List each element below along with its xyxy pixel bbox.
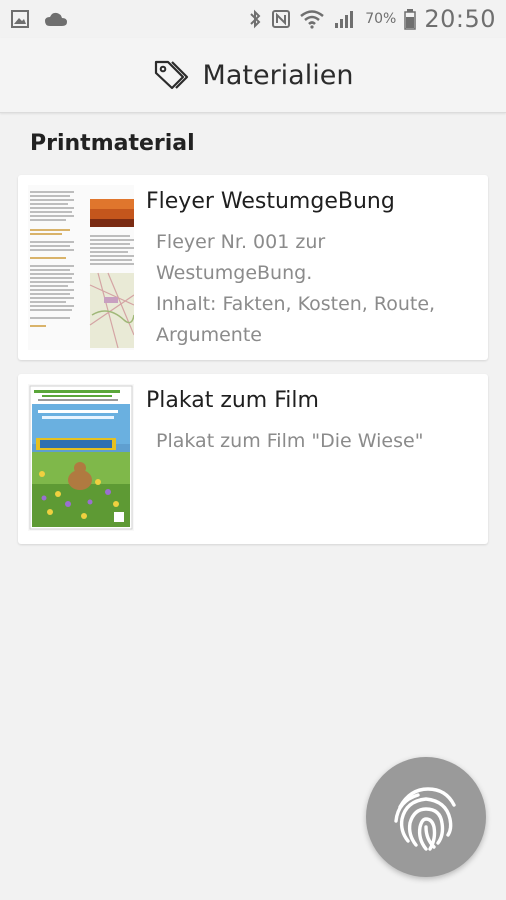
app-bar: Materialien <box>0 38 506 113</box>
status-left <box>0 9 68 29</box>
description-line: Inhalt: Fakten, Kosten, Route, <box>156 293 436 315</box>
description-line: Argumente <box>156 324 262 346</box>
battery-percentage: 70% <box>365 11 397 27</box>
fingerprint-button[interactable] <box>366 757 486 877</box>
card-description: Plakat zum Film "Die Wiese" <box>156 426 476 457</box>
status-right: 70% 20:50 <box>247 5 506 33</box>
fingerprint-icon <box>394 787 456 851</box>
signal-icon <box>335 11 354 28</box>
cloud-icon <box>45 12 67 26</box>
material-card-flyer[interactable]: Fleyer WestumgeBung Fleyer Nr. 001 zur W… <box>18 175 488 360</box>
card-title: Plakat zum Film <box>146 388 319 413</box>
status-bar: 70% 20:50 <box>0 0 506 38</box>
nfc-icon <box>272 10 291 28</box>
card-title: Fleyer WestumgeBung <box>146 189 395 214</box>
material-card-poster[interactable]: Plakat zum Film Plakat zum Film "Die Wie… <box>18 374 488 544</box>
card-description: Fleyer Nr. 001 zur WestumgeBung. Inhalt:… <box>156 227 476 351</box>
poster-thumbnail <box>28 384 134 531</box>
status-time: 20:50 <box>424 5 496 33</box>
image-icon <box>11 10 29 28</box>
flyer-thumbnail <box>28 185 134 350</box>
section-title: Printmaterial <box>30 131 195 156</box>
tags-icon <box>154 60 188 90</box>
wifi-icon <box>300 10 324 29</box>
bluetooth-icon <box>250 9 261 29</box>
description-line: Plakat zum Film "Die Wiese" <box>156 430 424 452</box>
description-line: WestumgeBung. <box>156 262 313 284</box>
battery-icon <box>404 9 417 30</box>
page-title: Materialien <box>202 59 354 91</box>
description-line: Fleyer Nr. 001 zur <box>156 231 326 253</box>
